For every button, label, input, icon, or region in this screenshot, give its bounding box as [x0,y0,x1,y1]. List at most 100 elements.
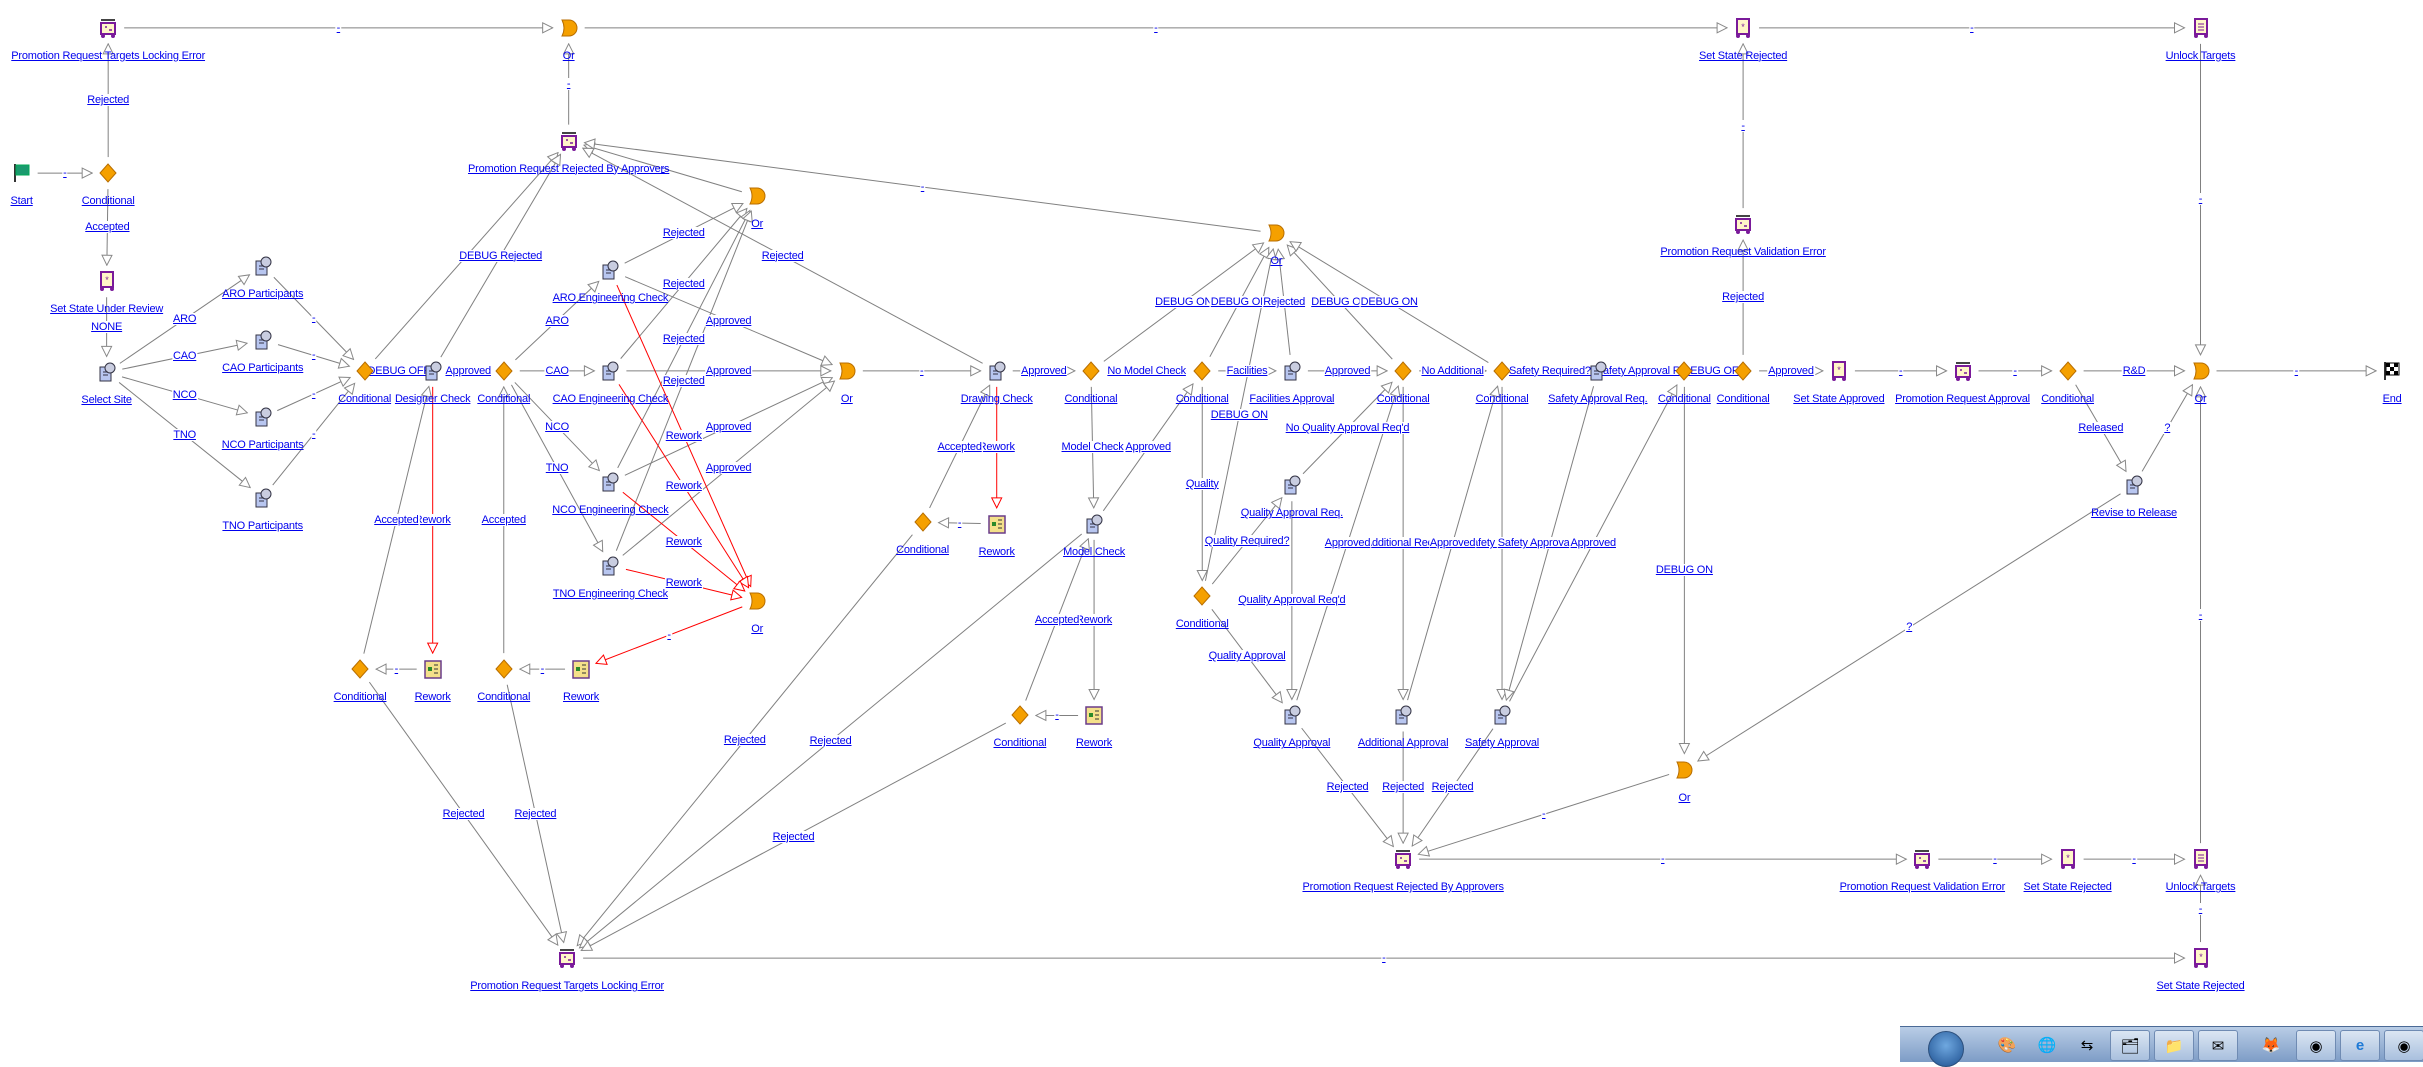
edge-label-accepted[interactable]: Accepted [480,513,527,526]
or-icon[interactable] [2189,359,2213,383]
edge-label-debug-on[interactable]: DEBUG ON [1359,296,1419,309]
edge-label-rework[interactable]: Rework [664,479,703,492]
edge-label-nco[interactable]: NCO [171,388,198,401]
task-icon[interactable] [95,360,119,384]
state-icon[interactable]: * [95,269,119,293]
node-label[interactable]: Quality Approval [1253,737,1330,749]
node-label[interactable]: Rework [415,691,451,703]
node-label[interactable]: End [2383,393,2402,405]
edge-label-r-d[interactable]: R&D [2121,364,2147,377]
edge-label-rework[interactable]: Rework [977,441,1016,454]
edge-label-facilities[interactable]: Facilities [1225,364,1269,377]
task-icon[interactable] [985,359,1009,383]
edge-label-[interactable]: - [1969,21,1975,34]
edge-label-rejected[interactable]: Rejected [661,333,706,346]
edge-label-approved[interactable]: Approved [444,364,492,377]
node-label[interactable]: Rework [979,546,1015,558]
node-label[interactable]: CAO Participants [222,362,303,374]
node-label[interactable]: Promotion Request Validation Error [1840,881,2006,893]
edge-label-[interactable]: - [335,21,342,34]
node-label[interactable]: Promotion Request Validation Error [1660,246,1826,258]
edge-label-rework[interactable]: Rework [1075,613,1114,626]
or-icon[interactable] [835,359,859,383]
node-label[interactable]: Conditional [82,195,135,207]
edge-label-rejected[interactable]: Rejected [771,830,816,843]
node-label[interactable]: Conditional [896,544,949,556]
rework-icon[interactable] [421,657,445,681]
node-label[interactable]: Set State Rejected [2024,881,2112,893]
edge-label-rejected[interactable]: Rejected [86,94,131,107]
network-globe-icon[interactable]: 🌐 [2028,1030,2066,1059]
edge-label-accepted[interactable]: Accepted [373,513,420,526]
edge-label-approved[interactable]: Approved [704,462,753,475]
rework-icon[interactable] [985,512,1009,536]
internet-explorer-icon[interactable]: e [2340,1030,2380,1061]
task-icon[interactable] [251,254,275,278]
node-label[interactable]: Conditional [1065,393,1118,405]
edge-label-debug-on[interactable]: DEBUG ON [1154,296,1214,309]
conditional-icon[interactable] [492,657,516,681]
file-manager-icon[interactable]: 📁 [2154,1030,2194,1061]
edge-label-debug-on[interactable]: DEBUG ON [1209,296,1269,309]
error-icon[interactable] [555,946,579,970]
error-icon[interactable] [96,16,120,40]
node-label[interactable]: Promotion Request Approval [1895,393,2030,405]
edge-label-rejected[interactable]: Rejected [808,734,853,747]
edge-label-rework[interactable]: Rework [664,429,703,442]
edge-label-rejected[interactable]: Rejected [1381,781,1426,794]
conditional-icon[interactable] [353,359,377,383]
error-icon[interactable] [1910,847,1934,871]
node-label[interactable]: Set State Under Review [50,303,163,315]
node-label[interactable]: Conditional [1717,393,1770,405]
state-icon[interactable]: * [1827,359,1851,383]
node-label[interactable]: NCO Engineering Check [552,504,668,516]
edge-label-rejected[interactable]: Rejected [1721,291,1766,304]
edge-label-approved[interactable]: Approved [1428,537,1477,550]
edge-label-rejected[interactable]: Rejected [661,374,706,387]
node-label[interactable]: Revise to Release [2091,507,2177,519]
node-label[interactable]: Promotion Request Rejected By Approvers [468,163,670,175]
edge-label-rework[interactable]: Rework [664,577,703,590]
edge-label-[interactable]: ? [2163,422,2172,435]
edge-label-rejected[interactable]: Rejected [722,734,767,747]
edge-label-[interactable]: - [2293,364,2300,377]
edge-label-accepted[interactable]: Accepted [1033,613,1081,626]
edge-label-cao[interactable]: CAO [544,364,570,377]
edge-label-quality-approval[interactable]: Quality Approval [1207,649,1287,662]
node-label[interactable]: ARO Engineering Check [553,292,669,304]
task-icon[interactable] [2122,473,2146,497]
edge-label-rejected[interactable]: Rejected [661,227,706,240]
conditional-icon[interactable] [911,510,935,534]
edge-label-approved[interactable]: Approved [1767,364,1815,377]
edge-label-aro[interactable]: ARO [172,313,198,326]
node-label[interactable]: Conditional [338,393,391,405]
switch-arrows-icon[interactable]: ⇆ [2068,1030,2106,1059]
edge-label-safety-required[interactable]: Safety Required? [1508,364,1592,377]
edge-label-quality[interactable]: Quality [1184,477,1220,490]
edge-label-[interactable]: - [1153,21,1159,34]
edge-label-none[interactable]: NONE [90,320,124,333]
error-icon[interactable] [1391,847,1415,871]
edge-label-debug-rejected[interactable]: DEBUG Rejected [458,249,544,262]
edge-label-[interactable]: - [956,517,963,530]
node-label[interactable]: Rework [1076,737,1112,749]
node-label[interactable]: Additional Approval [1358,737,1449,749]
edge-label-[interactable]: - [2197,193,2204,206]
or-icon[interactable] [1264,221,1288,245]
task-icon[interactable] [1082,512,1106,536]
node-label[interactable]: Set State Approved [1793,393,1884,405]
node-label[interactable]: TNO Participants [222,520,303,532]
edge-label-[interactable]: - [1660,853,1666,866]
edge-label-[interactable]: - [393,663,400,676]
node-label[interactable]: Conditional [993,737,1046,749]
node-label[interactable]: Conditional [477,691,530,703]
node-label[interactable]: Promotion Request Targets Locking Error [11,50,205,62]
task-icon[interactable] [598,258,622,282]
edge-label-model-check[interactable]: Model Check [1060,441,1125,454]
edge-label-[interactable]: - [1541,808,1547,821]
node-label[interactable]: CAO Engineering Check [553,393,669,405]
edge-label-[interactable]: - [2012,364,2018,377]
edge-label-accepted[interactable]: Accepted [84,221,131,234]
conditional-icon[interactable] [1672,359,1696,383]
node-label[interactable]: Or [1270,255,1282,267]
